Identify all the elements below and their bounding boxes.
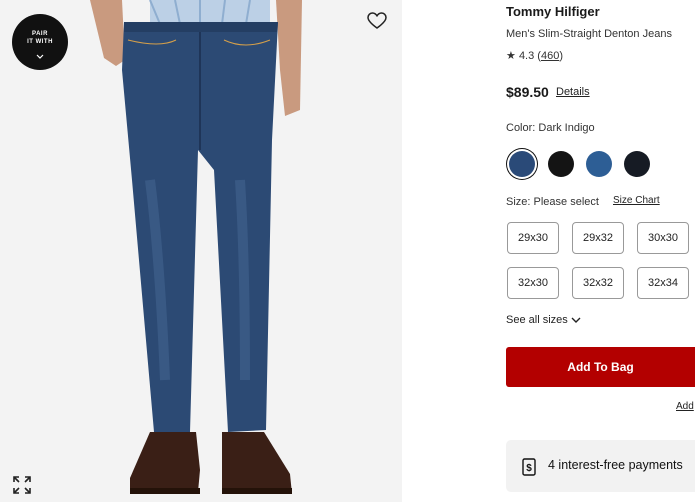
size-option[interactable]: 30x30 (637, 222, 689, 254)
color-label: Color: Dark Indigo (506, 122, 595, 134)
rating-value: 4.3 (518, 50, 535, 62)
installments-text: 4 interest-free payments (548, 458, 683, 472)
swatch-black[interactable] (548, 151, 574, 177)
installments-banner[interactable]: $ 4 interest-free payments (506, 440, 695, 492)
price: $89.50 (506, 84, 549, 100)
swatch-dark-indigo[interactable] (509, 151, 535, 177)
size-option[interactable]: 29x30 (507, 222, 559, 254)
brand-name[interactable]: Tommy Hilfiger (506, 4, 600, 19)
chevron-down-icon (571, 317, 581, 323)
star-icon: ★ (506, 50, 516, 62)
see-all-sizes-label: See all sizes (506, 314, 568, 326)
size-option[interactable]: 32x34 (637, 267, 689, 299)
dollar-icon: $ (522, 458, 536, 476)
size-label: Size: Please select (506, 196, 599, 208)
size-option[interactable]: 32x32 (572, 267, 624, 299)
heart-icon[interactable] (367, 12, 387, 30)
product-name: Men's Slim-Straight Denton Jeans (506, 28, 672, 40)
expand-icon[interactable] (12, 475, 32, 495)
swatch-blue[interactable] (586, 151, 612, 177)
review-count[interactable]: 460 (541, 50, 559, 62)
size-option[interactable]: 32x30 (507, 267, 559, 299)
pair-badge-line1: PAIR (32, 31, 48, 37)
pair-it-with-badge[interactable]: PAIR IT WITH (12, 14, 68, 70)
pair-badge-line2: IT WITH (27, 39, 53, 45)
product-image-jeans (0, 0, 402, 502)
add-to-bag-button[interactable]: Add To Bag (506, 347, 695, 387)
rating[interactable]: ★ 4.3 (460) (506, 49, 563, 62)
svg-text:$: $ (526, 463, 532, 474)
product-image-panel: PAIR IT WITH (0, 0, 402, 502)
chevron-down-icon (36, 54, 44, 59)
see-all-sizes-button[interactable]: See all sizes (506, 314, 581, 326)
size-chart-link[interactable]: Size Chart (613, 195, 660, 206)
swatch-navy-black[interactable] (624, 151, 650, 177)
size-option[interactable]: 29x32 (572, 222, 624, 254)
add-link[interactable]: Add (676, 401, 694, 412)
details-link[interactable]: Details (556, 86, 590, 98)
